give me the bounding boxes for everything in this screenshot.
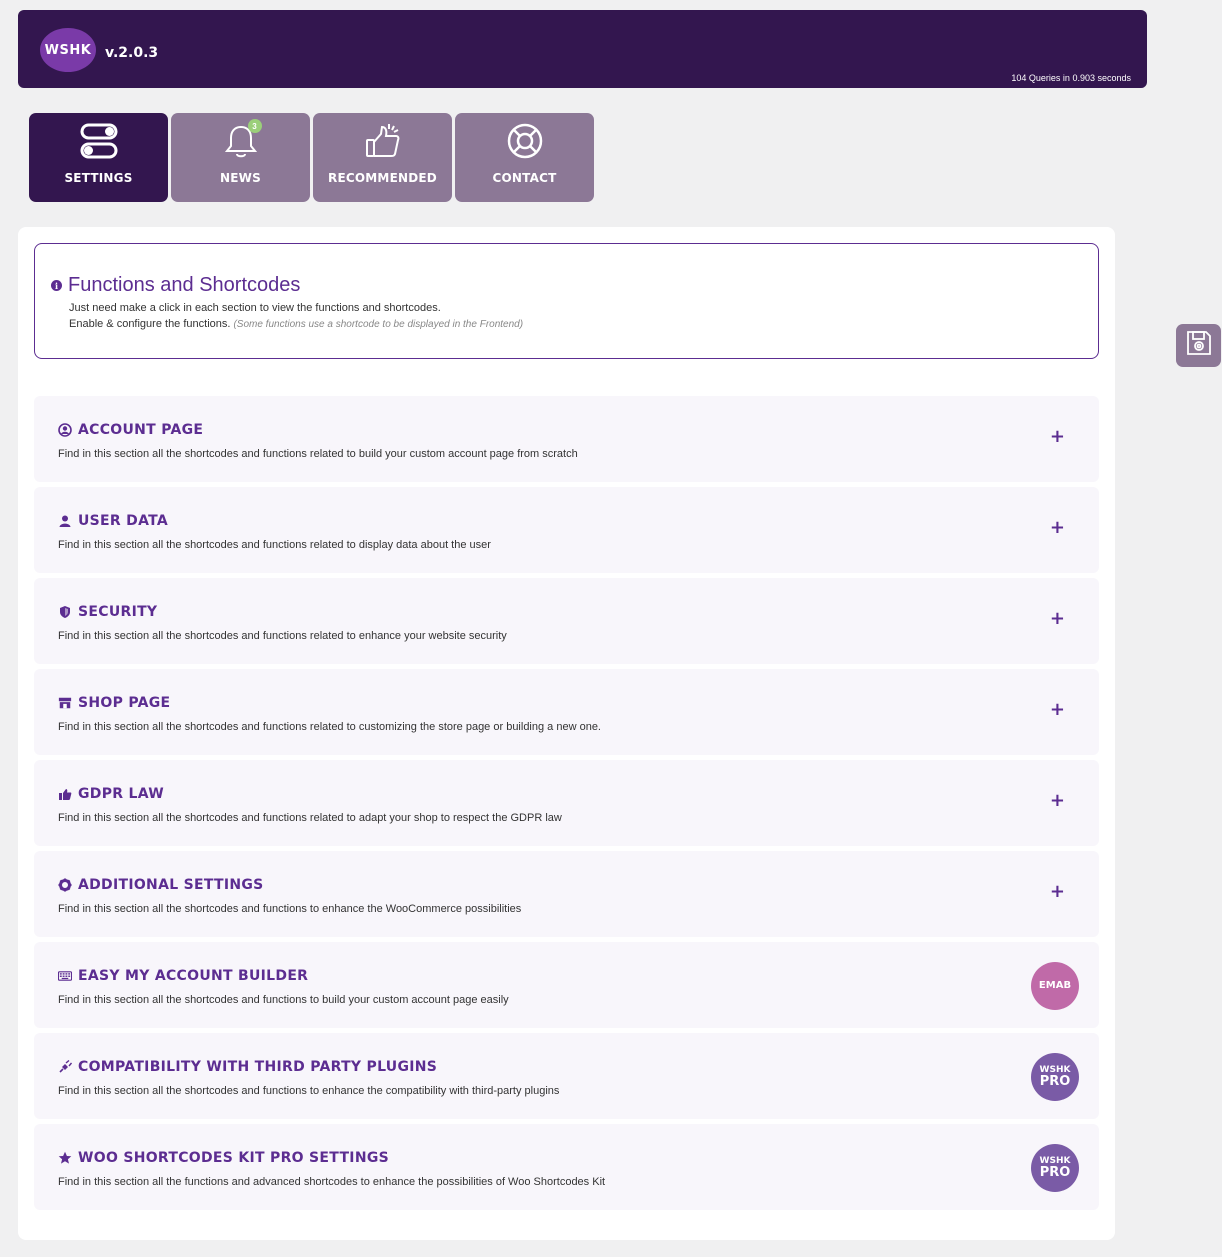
section-description: Find in this section all the shortcodes … bbox=[58, 630, 507, 642]
tab-label: SETTINGS bbox=[64, 171, 133, 185]
expand-icon[interactable]: + bbox=[1050, 428, 1065, 446]
section-account-page[interactable]: ACCOUNT PAGE Find in this section all th… bbox=[34, 396, 1099, 482]
user-icon bbox=[58, 514, 72, 528]
plug-icon bbox=[58, 1060, 72, 1074]
tab-settings[interactable]: SETTINGS bbox=[29, 113, 168, 202]
section-heading: WOO SHORTCODES KIT PRO SETTINGS bbox=[58, 1150, 389, 1166]
section-description: Find in this section all the shortcodes … bbox=[58, 721, 601, 733]
section-easy-my-account-builder[interactable]: EASY MY ACCOUNT BUILDER Find in this sec… bbox=[34, 942, 1099, 1028]
section-heading: SECURITY bbox=[58, 604, 157, 620]
section-title: SHOP PAGE bbox=[78, 695, 171, 711]
section-gdpr-law[interactable]: GDPR LAW Find in this section all the sh… bbox=[34, 760, 1099, 846]
page-title: Functions and Shortcodes bbox=[68, 274, 301, 296]
badge-text: PRO bbox=[1039, 1074, 1071, 1089]
queries-info: 104 Queries in 0.903 seconds bbox=[1011, 73, 1131, 83]
badge-text: EMAB bbox=[1038, 980, 1072, 991]
lifebuoy-icon bbox=[506, 121, 544, 161]
tab-news[interactable]: 3 NEWS bbox=[171, 113, 310, 202]
section-heading: EASY MY ACCOUNT BUILDER bbox=[58, 968, 308, 984]
info-icon: i bbox=[51, 280, 62, 291]
section-description: Find in this section all the functions a… bbox=[58, 1176, 606, 1188]
shield-icon bbox=[58, 605, 72, 619]
section-title: COMPATIBILITY WITH THIRD PARTY PLUGINS bbox=[78, 1059, 438, 1075]
expand-icon[interactable]: + bbox=[1050, 792, 1065, 810]
intro-heading: i Functions and Shortcodes bbox=[51, 274, 300, 297]
section-heading: ACCOUNT PAGE bbox=[58, 422, 203, 438]
section-description: Find in this section all the shortcodes … bbox=[58, 1085, 560, 1097]
expand-icon[interactable]: + bbox=[1050, 883, 1065, 901]
tab-contact[interactable]: CONTACT bbox=[455, 113, 594, 202]
intro-enable-text: Enable & configure the functions. bbox=[69, 318, 231, 330]
section-title: GDPR LAW bbox=[78, 786, 164, 802]
thumbs-up-icon bbox=[364, 121, 402, 161]
version-label: v.2.0.3 bbox=[105, 45, 159, 61]
expand-icon[interactable]: + bbox=[1050, 610, 1065, 628]
expand-icon[interactable]: + bbox=[1050, 519, 1065, 537]
bell-icon: 3 bbox=[224, 119, 262, 161]
section-description: Find in this section all the shortcodes … bbox=[58, 903, 522, 915]
section-heading: ADDITIONAL SETTINGS bbox=[58, 877, 264, 893]
section-title: SECURITY bbox=[78, 604, 158, 620]
app-header: WSHK v.2.0.3 104 Queries in 0.903 second… bbox=[18, 10, 1147, 88]
section-description: Find in this section all the shortcodes … bbox=[58, 812, 562, 824]
tab-recommended[interactable]: RECOMMENDED bbox=[313, 113, 452, 202]
expand-icon[interactable]: + bbox=[1050, 701, 1065, 719]
intro-text-2: Enable & configure the functions. (Some f… bbox=[69, 318, 523, 330]
section-heading: USER DATA bbox=[58, 513, 168, 529]
section-compatibility-third-party[interactable]: COMPATIBILITY WITH THIRD PARTY PLUGINS F… bbox=[34, 1033, 1099, 1119]
section-heading: COMPATIBILITY WITH THIRD PARTY PLUGINS bbox=[58, 1059, 437, 1075]
thumbs-up-icon bbox=[58, 787, 72, 801]
account-circle-icon bbox=[58, 423, 72, 437]
section-title: ADDITIONAL SETTINGS bbox=[78, 877, 264, 893]
section-description: Find in this section all the shortcodes … bbox=[58, 994, 509, 1006]
floppy-disk-icon bbox=[1186, 330, 1212, 361]
section-description: Find in this section all the shortcodes … bbox=[58, 448, 578, 460]
section-heading: GDPR LAW bbox=[58, 786, 164, 802]
section-woo-shortcodes-kit-pro-settings[interactable]: WOO SHORTCODES KIT PRO SETTINGS Find in … bbox=[34, 1124, 1099, 1210]
gear-icon bbox=[58, 878, 72, 892]
section-title: EASY MY ACCOUNT BUILDER bbox=[78, 968, 309, 984]
tab-label: CONTACT bbox=[492, 171, 557, 185]
section-heading: SHOP PAGE bbox=[58, 695, 170, 711]
intro-box: i Functions and Shortcodes Just need mak… bbox=[34, 243, 1099, 359]
star-icon bbox=[58, 1151, 72, 1165]
section-title: USER DATA bbox=[78, 513, 169, 529]
section-user-data[interactable]: USER DATA Find in this section all the s… bbox=[34, 487, 1099, 573]
news-count-badge: 3 bbox=[247, 119, 262, 133]
section-shop-page[interactable]: SHOP PAGE Find in this section all the s… bbox=[34, 669, 1099, 755]
tab-label: NEWS bbox=[220, 171, 261, 185]
badge-text: PRO bbox=[1039, 1165, 1071, 1180]
store-icon bbox=[58, 696, 72, 710]
emab-badge[interactable]: EMAB bbox=[1031, 962, 1079, 1010]
tab-label: RECOMMENDED bbox=[328, 171, 437, 185]
wshk-logo: WSHK bbox=[40, 28, 96, 72]
section-security[interactable]: SECURITY Find in this section all the sh… bbox=[34, 578, 1099, 664]
settings-panel: i Functions and Shortcodes Just need mak… bbox=[18, 227, 1115, 1240]
section-additional-settings[interactable]: ADDITIONAL SETTINGS Find in this section… bbox=[34, 851, 1099, 937]
save-button[interactable] bbox=[1176, 324, 1221, 367]
wshk-pro-badge[interactable]: WSHK PRO bbox=[1031, 1144, 1079, 1192]
section-description: Find in this section all the shortcodes … bbox=[58, 539, 491, 551]
main-tabs: SETTINGS 3 NEWS RECOMMENDED CONTACT bbox=[29, 113, 594, 202]
keyboard-icon bbox=[58, 969, 72, 983]
section-title: WOO SHORTCODES KIT PRO SETTINGS bbox=[78, 1150, 390, 1166]
intro-note: (Some functions use a shortcode to be di… bbox=[233, 319, 524, 330]
toggles-icon bbox=[80, 121, 118, 161]
wshk-pro-badge[interactable]: WSHK PRO bbox=[1031, 1053, 1079, 1101]
section-title: ACCOUNT PAGE bbox=[78, 422, 204, 438]
intro-text: Just need make a click in each section t… bbox=[69, 302, 441, 314]
